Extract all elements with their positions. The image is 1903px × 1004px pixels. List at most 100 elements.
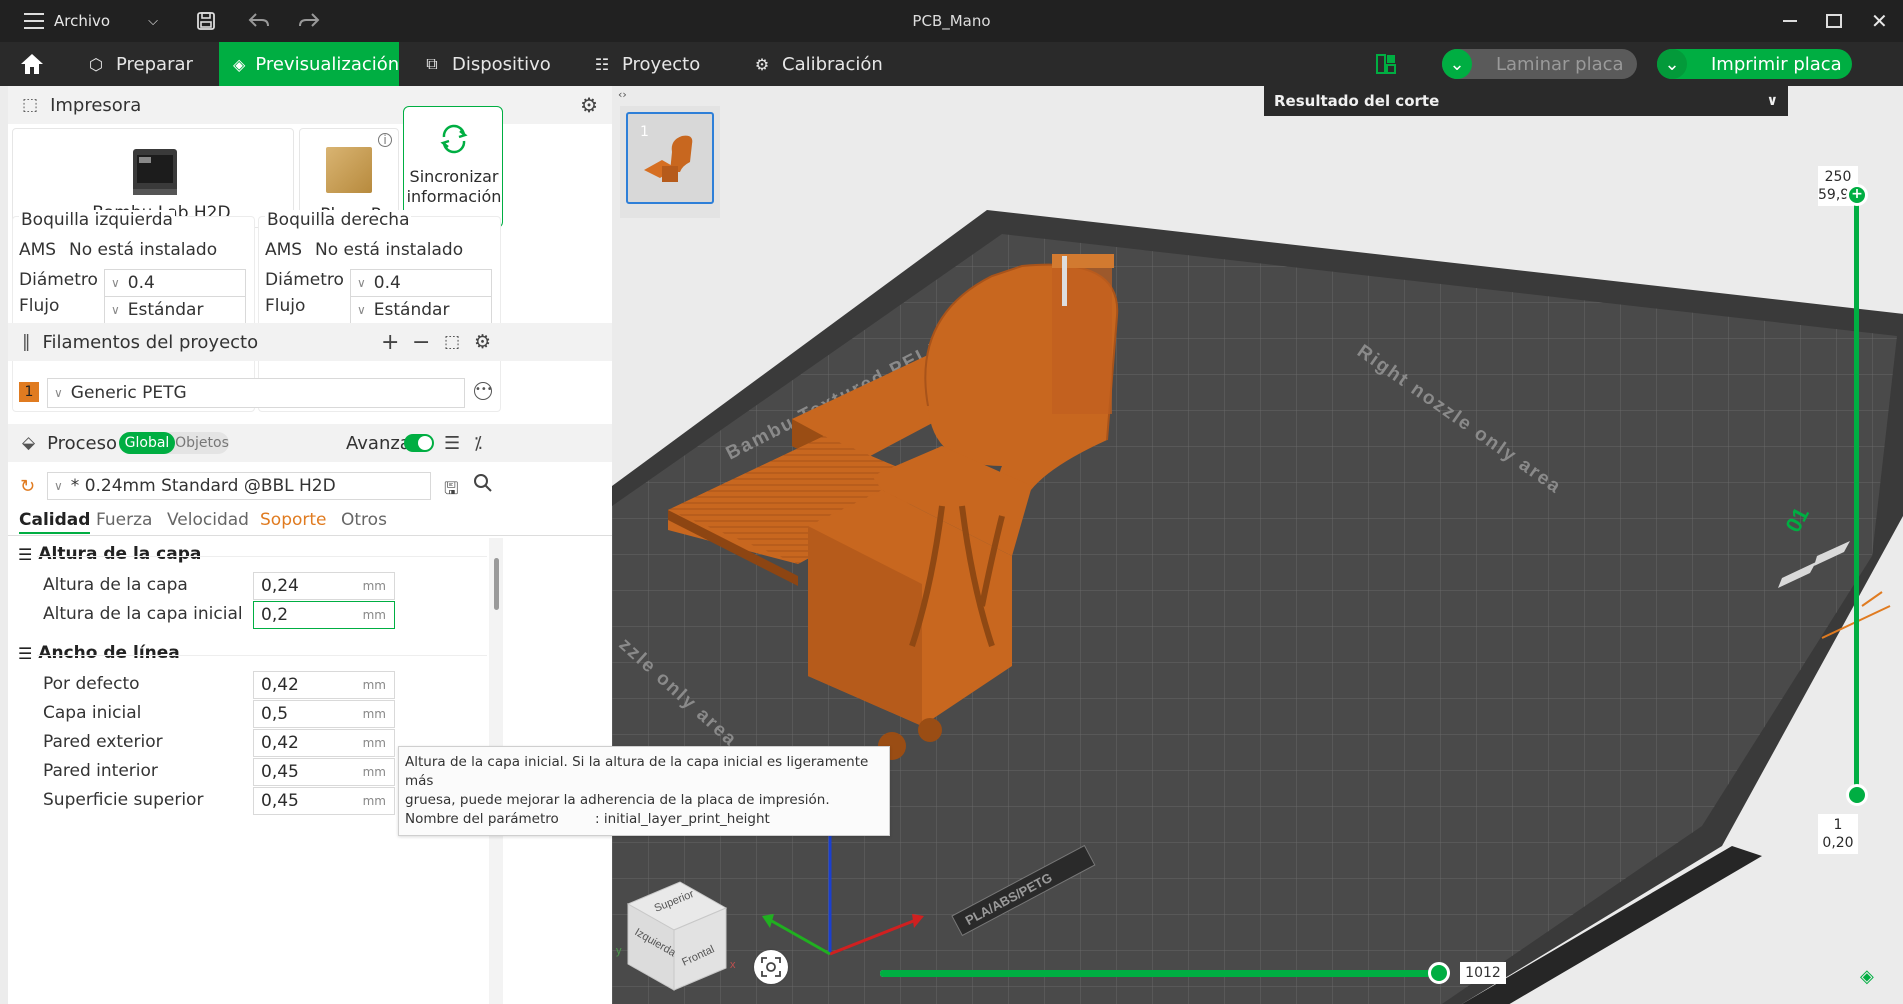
redo-icon [299, 13, 320, 27]
initial-layer-height-input[interactable]: 0,2 mm [253, 601, 395, 629]
reset-icon[interactable]: ↻ [20, 476, 35, 497]
tab-calibration-label: Calibración [782, 53, 883, 75]
3d-viewport[interactable]: Bambu Textured PEI Plate Right nozzle on… [612, 86, 1903, 1004]
compare-icon[interactable]: ⁒ [474, 433, 482, 454]
scene[interactable]: Bambu Textured PEI Plate Right nozzle on… [612, 86, 1903, 1004]
right-ams-label: AMS [265, 240, 303, 260]
tab-device[interactable]: ⧉ Dispositivo [408, 42, 565, 86]
scrollbar-thumb[interactable] [494, 558, 499, 610]
right-flow-select[interactable]: ∨ Estándar [350, 296, 492, 324]
right-diameter-value: 0.4 [373, 273, 401, 293]
search-icon[interactable] [472, 472, 494, 499]
save-icon [197, 12, 215, 30]
print-plate-button[interactable]: ⌄ Imprimir placa [1657, 49, 1852, 79]
line-width-top-surface-input[interactable]: 0,45 mm [253, 787, 395, 815]
filament-sync-icon[interactable]: ⬚ [444, 332, 460, 352]
tab-preview[interactable]: ◈ Previsualización [219, 42, 399, 86]
filament-settings-icon[interactable]: ⚙ [474, 331, 491, 353]
more-options-icon[interactable]: ••• [474, 382, 493, 400]
plate-image [326, 147, 372, 193]
filament-select[interactable]: ∨ Generic PETG [47, 378, 465, 408]
chevron-down-icon[interactable]: ⌄ [1657, 49, 1687, 79]
tab-project[interactable]: ☷ Proyecto [578, 42, 714, 86]
tab-project-label: Proyecto [622, 53, 701, 75]
minimize-button[interactable] [1783, 0, 1797, 42]
file-menu-button[interactable]: Archivo ⌵ [24, 0, 158, 42]
view-cube[interactable]: Superior Izquierda Frontal y x [612, 866, 762, 1004]
layer-slider[interactable]: 250 59,96 + 1 0,20 [1818, 152, 1903, 972]
chevron-down-icon: ∨ [54, 479, 63, 493]
right-flow-value: Estándar [373, 300, 450, 320]
mode-objects-option[interactable]: Objetos [175, 432, 229, 454]
layer-bottom-handle[interactable] [1846, 784, 1868, 806]
subtab-support[interactable]: Soporte [260, 510, 327, 530]
subtab-speed[interactable]: Velocidad [167, 510, 249, 530]
tab-preview-label: Previsualización [255, 53, 400, 75]
layout-toggle-button[interactable] [1376, 54, 1396, 74]
title-bar: Archivo ⌵ PCB_Mano ✕ [0, 0, 1903, 42]
subtab-strength[interactable]: Fuerza [96, 510, 152, 530]
left-diameter-label: Diámetro [19, 270, 98, 290]
tooltip-param-label: Nombre del parámetro [405, 811, 559, 827]
line-width-outer-wall-input[interactable]: 0,42 mm [253, 729, 395, 757]
remove-icon[interactable]: − [412, 330, 430, 355]
tooltip-line2: gruesa, puede mejorar la adherencia de l… [405, 792, 830, 808]
line-width-icon: ☰ [18, 643, 33, 663]
move-slider[interactable]: 1012 [880, 962, 1580, 986]
mode-switch[interactable]: Global Objetos [119, 432, 229, 454]
left-flow-select[interactable]: ∨ Estándar [104, 296, 246, 324]
subtab-others[interactable]: Otros [341, 510, 387, 530]
move-slider-handle[interactable] [1428, 962, 1450, 984]
tab-calibration[interactable]: ⚙ Calibración [738, 42, 897, 86]
layers-legend-icon[interactable]: ◈ [1860, 966, 1874, 987]
slice-plate-button[interactable]: ⌄ Laminar placa [1442, 49, 1637, 79]
field-value: 0,24 [261, 576, 299, 596]
advanced-toggle[interactable] [404, 434, 434, 452]
save-preset-icon[interactable]: 🖫 [444, 476, 458, 505]
home-button[interactable] [8, 42, 56, 86]
collapse-sidebar-icon[interactable]: ‹› [618, 88, 627, 101]
filament-color-swatch[interactable]: 1 [19, 382, 39, 402]
param-label: Pared interior [43, 761, 158, 781]
left-diameter-select[interactable]: ∨ 0.4 [104, 269, 246, 297]
chevron-down-icon: ∨ [111, 303, 120, 317]
left-flow-value: Estándar [127, 300, 204, 320]
field-unit: mm [362, 765, 386, 779]
right-diameter-select[interactable]: ∨ 0.4 [350, 269, 492, 297]
filament-icon: ‖ [22, 332, 31, 352]
maximize-icon [1826, 14, 1842, 28]
maximize-button[interactable] [1826, 0, 1842, 42]
undo-button[interactable] [248, 0, 270, 42]
chevron-down-icon: ∨ [111, 276, 120, 290]
list-view-icon[interactable]: ☰ [444, 433, 460, 454]
param-label: Altura de la capa [43, 575, 188, 595]
right-flow-label: Flujo [265, 296, 306, 316]
mode-global-option[interactable]: Global [119, 432, 175, 454]
sync-info-button[interactable]: Sincronizar información [403, 106, 503, 228]
field-value: 0,2 [261, 605, 289, 625]
line-width-initial-input[interactable]: 0,5 mm [253, 700, 395, 728]
line-width-default-input[interactable]: 0,42 mm [253, 671, 395, 699]
close-button[interactable]: ✕ [1871, 0, 1888, 42]
chevron-down-icon[interactable]: ⌄ [1442, 49, 1472, 79]
chevron-down-icon[interactable]: ∨ [1767, 86, 1778, 116]
left-ams-value: No está instalado [69, 240, 218, 260]
printer-section-header: ⬚ Impresora ⚙ [8, 86, 612, 124]
printer-settings-icon[interactable]: ⚙ [580, 93, 598, 117]
subtab-quality[interactable]: Calidad [19, 510, 91, 534]
camera-reset-button[interactable] [754, 950, 788, 984]
layer-height-input[interactable]: 0,24 mm [253, 572, 395, 600]
slice-result-panel[interactable]: Resultado del corte ∨ [1264, 86, 1788, 116]
plate-thumbnail[interactable]: 1 [626, 112, 714, 204]
process-preset-select[interactable]: ∨ * 0.24mm Standard @BBL H2D [47, 472, 431, 500]
group-layer-height-title: Altura de la capa [38, 544, 202, 564]
save-button[interactable] [196, 0, 216, 42]
add-icon[interactable]: + [381, 330, 399, 355]
layer-top-handle[interactable]: + [1846, 184, 1868, 206]
info-icon[interactable]: i [378, 133, 392, 147]
field-value: 0,5 [261, 704, 289, 724]
field-unit: mm [362, 736, 386, 750]
line-width-inner-wall-input[interactable]: 0,45 mm [253, 758, 395, 786]
tab-prepare[interactable]: ⬡ Preparar [72, 42, 207, 86]
redo-button[interactable] [298, 0, 320, 42]
